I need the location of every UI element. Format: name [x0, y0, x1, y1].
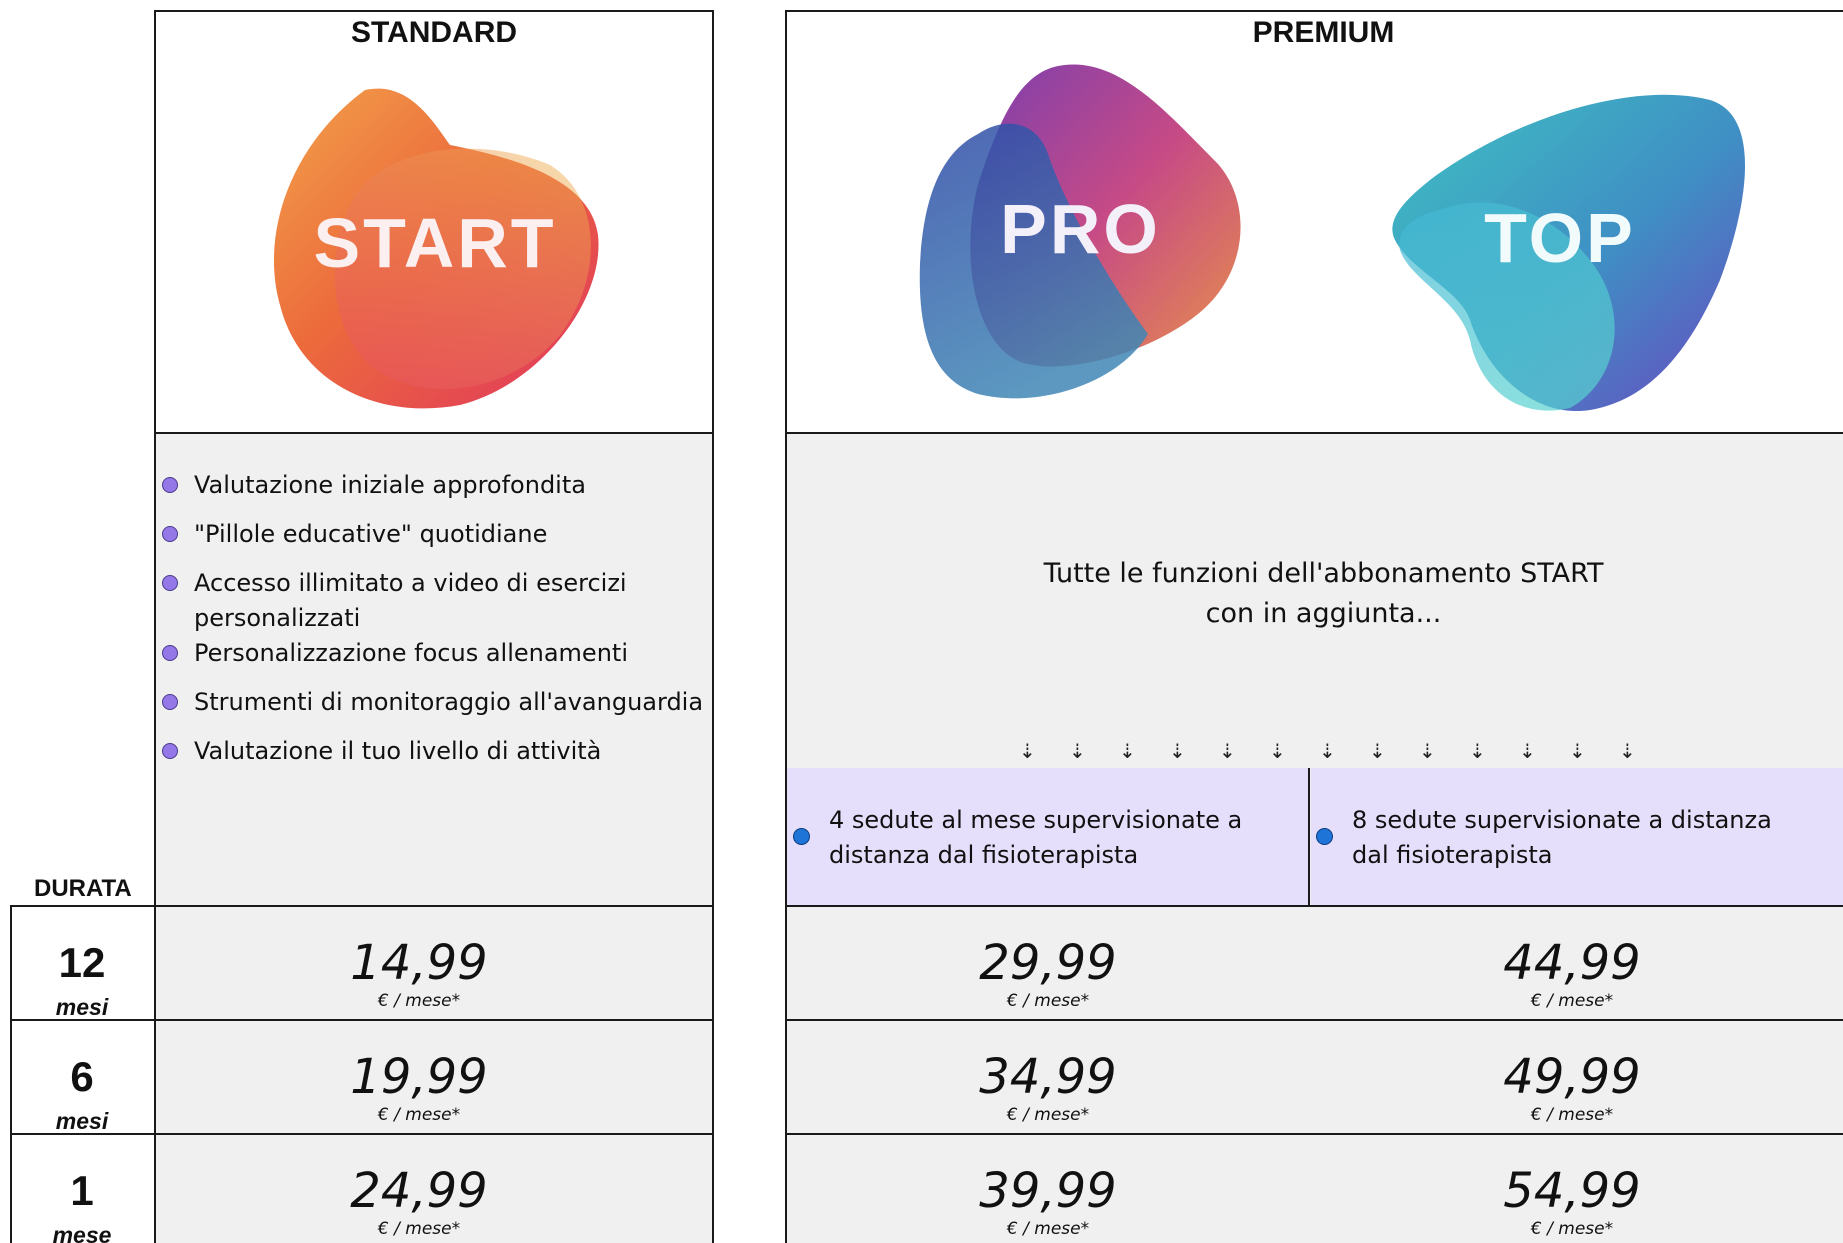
bullet-icon: [162, 526, 178, 542]
down-arrow-icon: ⇣: [1169, 739, 1186, 763]
price-start: 19,99 € / mese*: [350, 1049, 488, 1125]
premium-note: Tutte le funzioni dell'abbonamento START…: [785, 554, 1843, 634]
down-arrow-icon: ⇣: [1319, 739, 1336, 763]
down-arrow-icon: ⇣: [1519, 739, 1536, 763]
down-arrow-icon: ⇣: [1569, 739, 1586, 763]
down-arrow-icon: ⇣: [1019, 739, 1036, 763]
row-divider: [785, 905, 1843, 907]
duration-value: 6: [70, 1053, 94, 1100]
price-pro: 29,99 € / mese*: [979, 935, 1117, 1011]
price-start: 24,99 € / mese*: [350, 1163, 488, 1239]
down-arrow-icon: ⇣: [1619, 739, 1636, 763]
row-divider: [10, 905, 714, 907]
start-logo: START: [270, 85, 600, 410]
start-logo-text: START: [313, 204, 557, 282]
bullet-icon: [162, 575, 178, 591]
premium-note-line1: Tutte le funzioni dell'abbonamento START: [1043, 558, 1604, 589]
pro-extra-text: 4 sedute al mese supervisionate a distan…: [829, 806, 1243, 869]
top-logo-text: TOP: [1484, 199, 1636, 277]
down-arrow-icon: ⇣: [1369, 739, 1386, 763]
top-logo: TOP: [1390, 90, 1746, 415]
feature-item: Strumenti di monitoraggio all'avanguardi…: [161, 685, 711, 720]
feature-item: Valutazione il tuo livello di attività: [161, 734, 711, 769]
duration-unit: mesi: [55, 1108, 109, 1134]
down-arrow-icon: ⇣: [1069, 739, 1086, 763]
down-arrow-icon: ⇣: [1419, 739, 1436, 763]
down-arrow-icon: ⇣: [1469, 739, 1486, 763]
row-divider: [785, 1133, 1843, 1135]
feature-item: "Pillole educative" quotidiane: [161, 517, 711, 552]
premium-note-line2: con in aggiunta...: [1205, 598, 1442, 629]
price-top: 44,99 € / mese*: [1503, 935, 1641, 1011]
row-divider: [785, 1019, 1843, 1021]
price-start: 14,99 € / mese*: [350, 935, 488, 1011]
feature-item: Accesso illimitato a video di esercizi p…: [161, 566, 631, 636]
duration-unit: mese: [52, 1222, 112, 1243]
duration-value: 12: [58, 939, 106, 986]
bullet-icon: [1316, 828, 1333, 845]
down-arrow-icon: ⇣: [1219, 739, 1236, 763]
price-pro: 39,99 € / mese*: [979, 1163, 1117, 1239]
price-pro: 34,99 € / mese*: [979, 1049, 1117, 1125]
duration-unit: mesi: [55, 994, 109, 1020]
bullet-icon: [162, 743, 178, 759]
price-top: 49,99 € / mese*: [1503, 1049, 1641, 1125]
standard-title: STANDARD: [350, 16, 518, 49]
bullet-icon: [162, 694, 178, 710]
col-divider: [712, 905, 714, 1243]
standard-features-list: Valutazione iniziale approfondita "Pillo…: [161, 468, 711, 769]
feature-item: Valutazione iniziale approfondita: [161, 468, 711, 503]
duration-header: DURATA: [34, 875, 132, 902]
down-arrow-icon: ⇣: [1119, 739, 1136, 763]
bullet-icon: [162, 645, 178, 661]
top-extra: 8 sedute supervisionate a distanza dal f…: [1316, 803, 1816, 873]
top-extra-text: 8 sedute supervisionate a distanza dal f…: [1352, 806, 1772, 869]
feature-item: Personalizzazione focus allenamenti: [161, 636, 711, 671]
pro-logo-text: PRO: [1000, 190, 1161, 268]
bullet-icon: [162, 477, 178, 493]
pro-extra: 4 sedute al mese supervisionate a distan…: [793, 803, 1293, 873]
price-top: 54,99 € / mese*: [1503, 1163, 1641, 1239]
duration-value: 1: [70, 1167, 94, 1214]
pro-logo: PRO: [918, 64, 1243, 400]
premium-title: PREMIUM: [1252, 16, 1395, 49]
down-arrow-icon: ⇣: [1269, 739, 1286, 763]
bullet-icon: [793, 828, 810, 845]
